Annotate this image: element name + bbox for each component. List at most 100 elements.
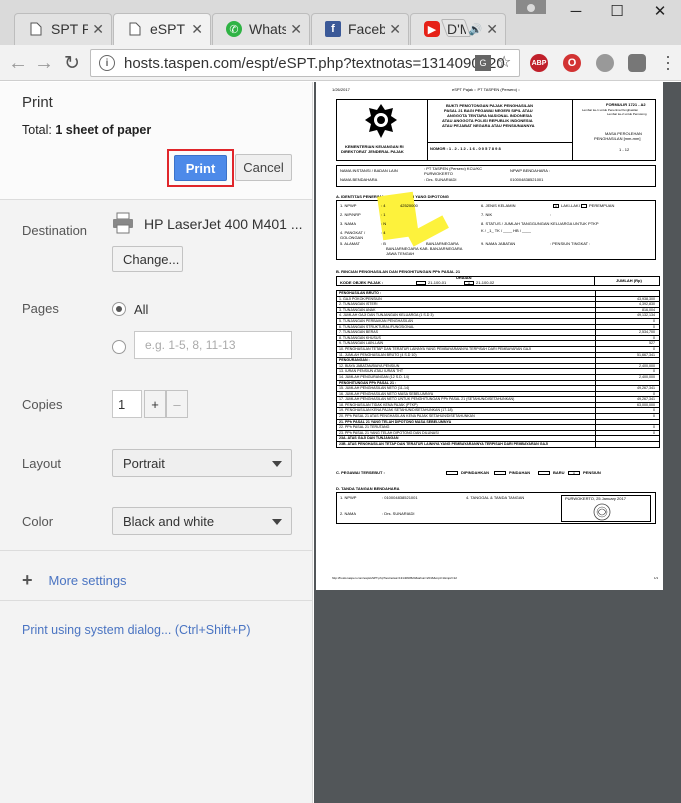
reload-icon[interactable]: ↻ (60, 51, 84, 75)
uraian-label: URAIAN (456, 275, 472, 280)
row-value: 2,534,700 (639, 330, 655, 335)
divider (0, 600, 312, 601)
row-label: 10. PENGHASILAN TETAP DAN TERATUR LAINNY… (339, 346, 531, 351)
row-value: 816,004 (642, 307, 655, 312)
row-label: 4. JUMLAH GAJI DAN TUNJANGAN KELUARGA (1… (339, 313, 434, 318)
column-divider (595, 324, 596, 330)
pages-label: Pages (22, 301, 59, 316)
row-value: 2,400,000 (639, 363, 655, 368)
close-icon[interactable]: ✕ (389, 21, 401, 38)
preview-page: 1/26/2017 eSPT Pajak :: PT TASPEN (Perse… (316, 82, 663, 590)
c-checkbox (446, 471, 458, 475)
official-stamp-icon (593, 503, 611, 521)
section-c-title: C. PEGAWAI TERSEBUT : (336, 470, 385, 475)
tab-youtube[interactable]: ▶ D'M 🔊 ✕ (410, 13, 506, 45)
cancel-button[interactable]: Cancel (235, 154, 292, 181)
print-button[interactable]: Print (174, 155, 227, 181)
row-value: 49,267,341 (637, 386, 655, 391)
puzzle-extension-icon[interactable] (596, 54, 614, 72)
header-divider (572, 99, 573, 161)
close-icon[interactable]: ✕ (92, 21, 104, 38)
column-divider (595, 369, 596, 374)
pages-all-label: All (134, 302, 149, 317)
row-label: PENGHASILAN BRUTO : (339, 291, 382, 295)
color-select[interactable]: Black and white (112, 507, 292, 535)
column-divider (595, 313, 596, 318)
layout-label: Layout (22, 456, 62, 471)
d-place-date: PURWOKERTO, 25 January 2017 (565, 496, 626, 501)
row-value: 0 (653, 414, 655, 419)
row-value: 2,400,000 (639, 374, 655, 379)
row-value: 0 (653, 408, 655, 413)
row-label: 3. TUNJANGAN ANAK (339, 307, 376, 312)
row-value: 49,267,341 (637, 397, 655, 402)
copies-decrement-button[interactable]: – (166, 390, 188, 418)
column-divider (595, 402, 596, 408)
copies-increment-button[interactable]: + (144, 390, 166, 418)
row-label: 19. PENGHASILAN KENA PAJAK SETAHUN/DISET… (339, 408, 453, 413)
column-divider (595, 363, 596, 369)
row-value: 43,938,300 (637, 296, 655, 301)
close-icon[interactable]: ✕ (486, 21, 498, 38)
layout-select[interactable]: Portrait (112, 449, 292, 477)
print-title: Print (22, 94, 53, 111)
row-label: 17. JUMLAH PENGHASILAN NETO UNTUK PENGHI… (339, 397, 515, 402)
column-divider (595, 419, 596, 425)
c-checkbox (494, 471, 506, 475)
tab-espt[interactable]: eSPT P ✕ (113, 13, 211, 45)
speaker-icon[interactable]: 🔊 (469, 23, 483, 36)
layout-value: Portrait (123, 455, 165, 471)
header-divider (427, 142, 572, 143)
column-divider (595, 391, 596, 397)
more-settings-link[interactable]: + More settings (22, 570, 127, 591)
tab-title: SPT Pp (51, 21, 89, 37)
nama-bendahara-value: : Drs. SUNARIADI (424, 177, 457, 182)
column-divider (595, 425, 596, 430)
a-value: K / _1_ TK / ____ HB / ____ (481, 228, 531, 233)
forward-arrow-icon[interactable]: → (32, 51, 56, 75)
whatsapp-icon: ✆ (226, 21, 242, 37)
tab-facebook[interactable]: f Facebo ✕ (311, 13, 409, 45)
info-icon[interactable]: i (99, 55, 115, 71)
translate-icon[interactable]: G (475, 55, 491, 71)
bookmark-star-icon[interactable]: ☆ (497, 52, 511, 72)
pages-all-radio[interactable] (112, 302, 126, 316)
tab-strip: SPT Pp ✕ eSPT P ✕ ✆ WhatsA ✕ f Facebo ✕ … (0, 0, 681, 45)
kode-checkbox (416, 281, 426, 285)
user-icon[interactable] (516, 0, 546, 14)
print-settings-panel: Print Total: 1 sheet of paper Print Canc… (0, 82, 313, 803)
doc-title-line: ATAU PEJABAT NEGARA ATAU PENSIUNANNYA (442, 123, 535, 128)
pages-range-input[interactable]: e.g. 1-5, 8, 11-13 (134, 331, 292, 359)
tab-spt[interactable]: SPT Pp ✕ (14, 13, 112, 45)
change-destination-button[interactable]: Change... (112, 246, 183, 272)
page-icon (127, 21, 143, 37)
maximize-icon[interactable]: ☐ (597, 0, 637, 22)
back-arrow-icon[interactable]: ← (6, 51, 30, 75)
copies-label: Copies (22, 397, 63, 412)
close-icon[interactable]: ✕ (290, 21, 302, 38)
section-d-title: D. TANDA TANGAN BENDAHARA (336, 486, 400, 491)
row-label: 13. IURAN PENSIUN ATAU IURAN THT (339, 369, 404, 374)
adblock-plus-icon[interactable]: ABP (530, 54, 548, 72)
tab-title: Facebo (348, 21, 386, 37)
header-divider (427, 99, 428, 161)
system-dialog-link[interactable]: Print using system dialog... (Ctrl+Shift… (22, 623, 251, 637)
gender-option: PEREMPUAN (589, 203, 615, 208)
a-value: : PENSIUN TINGKAT : (550, 241, 591, 246)
close-icon[interactable]: ✕ (191, 21, 203, 38)
printer-name: HP LaserJet 400 M401 ... (144, 216, 303, 232)
menu-dots-icon[interactable]: · · · (665, 47, 671, 77)
youtube-icon: ▶ (424, 21, 440, 37)
close-window-icon[interactable]: ✕ (640, 0, 680, 22)
row-value: 0 (653, 335, 655, 340)
d-value: : 010004838521001 (382, 495, 418, 500)
tab-whatsapp[interactable]: ✆ WhatsA ✕ (212, 13, 310, 45)
minimize-icon[interactable]: ─ (556, 0, 596, 22)
opera-icon[interactable]: O (563, 54, 581, 72)
address-bar[interactable]: i hosts.taspen.com/espt/eSPT.php?textnot… (90, 49, 520, 77)
copies-input[interactable]: 1 (112, 390, 142, 418)
extension-icon[interactable] (628, 54, 646, 72)
pages-custom-radio[interactable] (112, 340, 126, 354)
a-label: 2. NIP/NRP (340, 212, 361, 217)
table-row: 23B. ATAS PENGHASILAN TETAP DAN TERATUR … (337, 442, 659, 448)
